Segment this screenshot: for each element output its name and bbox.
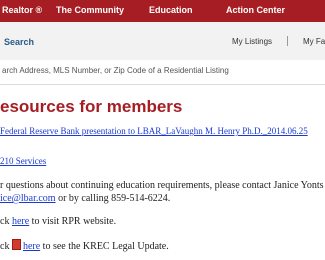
rpr-line: ck here to visit RPR website. xyxy=(0,216,116,227)
krec-here-link[interactable]: here xyxy=(23,241,40,252)
search-bar: Search My Listings My Fa xyxy=(0,22,325,61)
services-link-row: 210 Services xyxy=(0,156,46,166)
divider xyxy=(287,36,288,46)
federal-reserve-presentation-link[interactable]: Federal Reserve Bank presentation to LBA… xyxy=(0,126,308,136)
my-listings-link[interactable]: My Listings xyxy=(232,37,272,46)
rpr-suffix: to visit RPR website. xyxy=(29,216,117,227)
contact-email-link[interactable]: ice@lbar.com xyxy=(0,193,56,204)
federal-reserve-link-row: Federal Reserve Bank presentation to LBA… xyxy=(0,126,308,136)
rpr-here-link[interactable]: here xyxy=(12,216,29,227)
page-title: esources for members xyxy=(0,97,183,116)
search-placeholder: arch Address, MLS Number, or Zip Code of… xyxy=(2,66,229,75)
krec-suffix: to see the KREC Legal Update. xyxy=(40,241,169,252)
rpr-prefix: ck xyxy=(0,216,12,227)
my-favorites-link[interactable]: My Fa xyxy=(303,37,325,46)
top-navigation-bar: Realtor ® The Community Education Action… xyxy=(0,0,325,22)
nav-item-the-community[interactable]: The Community xyxy=(56,5,124,15)
education-contact-line1: r questions about continuing education r… xyxy=(0,180,325,191)
nav-item-education[interactable]: Education xyxy=(149,5,193,15)
pdf-icon xyxy=(11,239,21,250)
contact-phone-text: or by calling 859-514-6224. xyxy=(55,193,171,204)
nav-item-action-center[interactable]: Action Center xyxy=(226,5,285,15)
search-input[interactable]: arch Address, MLS Number, or Zip Code of… xyxy=(0,60,325,85)
education-contact-line2: ice@lbar.com or by calling 859-514-6224. xyxy=(0,193,170,204)
krec-prefix: ck xyxy=(0,241,12,252)
search-tab[interactable]: Search xyxy=(4,37,34,47)
nav-item-realtor[interactable]: Realtor ® xyxy=(2,5,42,15)
krec-line: ck here to see the KREC Legal Update. xyxy=(0,239,169,252)
services-link[interactable]: 210 Services xyxy=(0,156,46,166)
